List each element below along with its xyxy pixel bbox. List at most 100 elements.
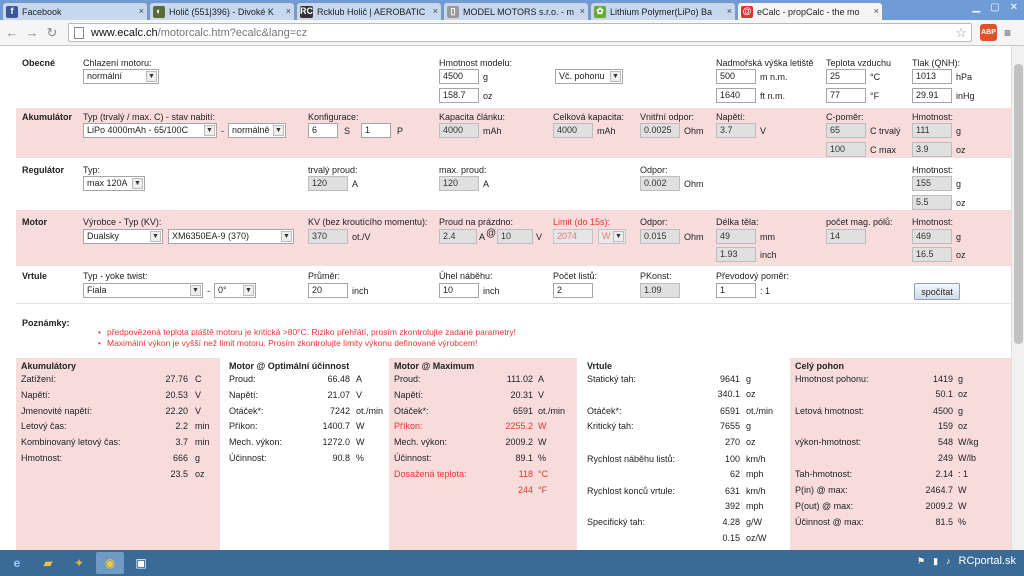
prop-pitch-input[interactable]: 10 <box>439 283 479 298</box>
minimize-icon[interactable]: ▁ <box>972 2 980 13</box>
browser-tab[interactable]: RC Rcklub Holič | AEROBATIC × <box>296 2 442 20</box>
unit-inch: inch <box>352 286 369 296</box>
back-button[interactable]: ← <box>4 25 20 41</box>
pressure-inhg-input[interactable]: 29.91 <box>912 88 952 103</box>
notes-title: Poznámky: <box>22 318 70 328</box>
result-unit: W <box>958 501 967 511</box>
network-icon[interactable]: ▮ <box>933 556 938 567</box>
altitude-m-input[interactable]: 500 <box>716 69 756 84</box>
unit-inch: inch <box>760 250 777 260</box>
temperature-f-input[interactable]: 77 <box>826 88 866 103</box>
c-rate-label: C-poměr: <box>826 112 864 122</box>
result-value: 4.28 <box>722 517 740 527</box>
tray-label: RCportal.sk <box>958 555 1016 567</box>
result-value: 27.76 <box>165 374 188 384</box>
altitude-label: Nadmořská výška letiště <box>716 58 814 68</box>
browser-tab[interactable]: @ eCalc - propCalc - the mo × <box>737 2 883 20</box>
chevron-down-icon: ▼ <box>204 125 215 136</box>
config-s-input[interactable]: 6 <box>308 123 338 138</box>
section-title-general: Obecné <box>22 58 56 68</box>
motor-model-select[interactable]: XM6350EA-9 (370) ▼ <box>168 229 294 244</box>
url-host: www.ecalc.ch <box>91 26 158 39</box>
result-label: Letová hmotnost: <box>795 406 865 416</box>
unit-mm: mm <box>760 232 775 242</box>
temperature-c-input[interactable]: 25 <box>826 69 866 84</box>
result-value: 20.53 <box>165 389 188 400</box>
cooling-select[interactable]: normální ▼ <box>83 69 159 84</box>
abp-extension-icon[interactable]: ABP <box>980 24 997 41</box>
c-continuous-label: C trvalý <box>870 126 901 136</box>
volume-icon[interactable]: ♪ <box>946 556 951 566</box>
esc-type-select[interactable]: max 120A ▼ <box>83 176 145 191</box>
flag-icon[interactable]: ⚑ <box>917 556 925 567</box>
altitude-ft-input[interactable]: 1640 <box>716 88 756 103</box>
esc-type-label: Typ: <box>83 165 101 175</box>
prop-blades-input[interactable]: 2 <box>553 283 593 298</box>
motor-weight-oz: 16.5 <box>912 247 952 262</box>
scrollbar-thumb[interactable] <box>1014 64 1023 344</box>
page-scrollbar[interactable] <box>1011 46 1024 550</box>
browser-tab[interactable]: ✿ Lithium Polymer(LiPo) Ba × <box>590 2 736 20</box>
gear-ratio-input[interactable]: 1 <box>716 283 756 298</box>
browser-tab[interactable]: ◐ Holič (551|396) - Divoké K × <box>149 2 295 20</box>
result-label: Příkon: <box>229 421 258 432</box>
result-unit: V <box>356 389 363 400</box>
result-value: 666 <box>172 453 188 463</box>
noload-current-label: Proud na prázdno: <box>439 217 514 227</box>
folder-icon[interactable]: ▰ <box>34 552 62 574</box>
close-icon[interactable]: × <box>286 6 291 16</box>
result-label: Letový čas: <box>21 421 67 432</box>
chrome-icon[interactable]: ◉ <box>96 552 124 574</box>
pressure-hpa-input[interactable]: 1013 <box>912 69 952 84</box>
dash-separator: - <box>207 286 210 296</box>
motor-maker-select[interactable]: Dualsky ▼ <box>83 229 163 244</box>
close-icon[interactable]: × <box>433 6 438 16</box>
close-icon[interactable]: × <box>727 6 732 16</box>
tab-label: Holič (551|396) - Divoké K <box>169 6 274 17</box>
close-icon[interactable]: × <box>874 6 879 16</box>
window-icon[interactable]: ▣ <box>127 552 155 574</box>
result-unit: A <box>538 374 545 384</box>
drive-select[interactable]: Vč. pohonu ▼ <box>555 69 623 84</box>
motor-length-label: Délka těla: <box>716 217 759 227</box>
forward-button[interactable]: → <box>24 25 40 41</box>
unit-a: A <box>479 232 486 242</box>
result-unit: oz <box>746 437 756 447</box>
config-p-input[interactable]: 1 <box>361 123 391 138</box>
chevron-down-icon: ▼ <box>146 71 157 82</box>
model-weight-oz-input[interactable]: 158.7 <box>439 88 479 103</box>
prop-diameter-input[interactable]: 20 <box>308 283 348 298</box>
calculate-button[interactable]: spočítat <box>914 283 960 300</box>
result-label: Otáček*: <box>229 405 264 416</box>
result-value: 2.2 <box>175 421 188 432</box>
menu-icon[interactable]: ≡ <box>999 24 1016 41</box>
prop-type-select[interactable]: Fiala ▼ <box>83 283 203 298</box>
result-value: 1272.0 <box>322 437 350 448</box>
close-icon[interactable]: × <box>580 6 585 16</box>
close-window-icon[interactable]: ✕ <box>1010 2 1018 13</box>
browser-tab[interactable]: ▯ MODEL MOTORS s.r.o. - m × <box>443 2 589 20</box>
close-icon[interactable]: × <box>139 6 144 16</box>
results-panel-title: Motor @ Optimální účinnost <box>229 361 350 371</box>
model-weight-g-input[interactable]: 4500 <box>439 69 479 84</box>
globe-icon: ◐ <box>153 5 165 18</box>
app-icon[interactable]: ✦ <box>65 552 93 574</box>
browser-tab[interactable]: f Facebook × <box>2 2 148 20</box>
result-value: 62 <box>729 469 740 479</box>
battery-type-select[interactable]: LiPo 4000mAh - 65/100C ▼ <box>83 123 217 138</box>
maximize-icon[interactable]: ▢ <box>990 2 999 13</box>
pressure-label: Tlak (QNH): <box>912 58 960 68</box>
address-bar[interactable]: www.ecalc.ch/motorcalc.htm?ecalc&lang=cz… <box>68 23 972 42</box>
reload-button[interactable]: ↻ <box>44 25 60 41</box>
battery-charge-select[interactable]: normálně ▼ <box>228 123 286 138</box>
prop-twist-select[interactable]: 0° ▼ <box>214 283 256 298</box>
bookmark-star-icon[interactable]: ☆ <box>955 25 967 41</box>
motor-poles-value: 14 <box>826 229 866 244</box>
result-value: 23.5 <box>170 468 188 479</box>
section-title-esc: Regulátor <box>22 165 65 175</box>
tab-label: eCalc - propCalc - the mo <box>757 6 860 17</box>
motor-limit-unit-select[interactable]: W ▼ <box>598 229 626 244</box>
ecalc-icon: @ <box>741 5 753 18</box>
unit-v: V <box>760 126 767 136</box>
ie-icon[interactable]: e <box>3 552 31 574</box>
